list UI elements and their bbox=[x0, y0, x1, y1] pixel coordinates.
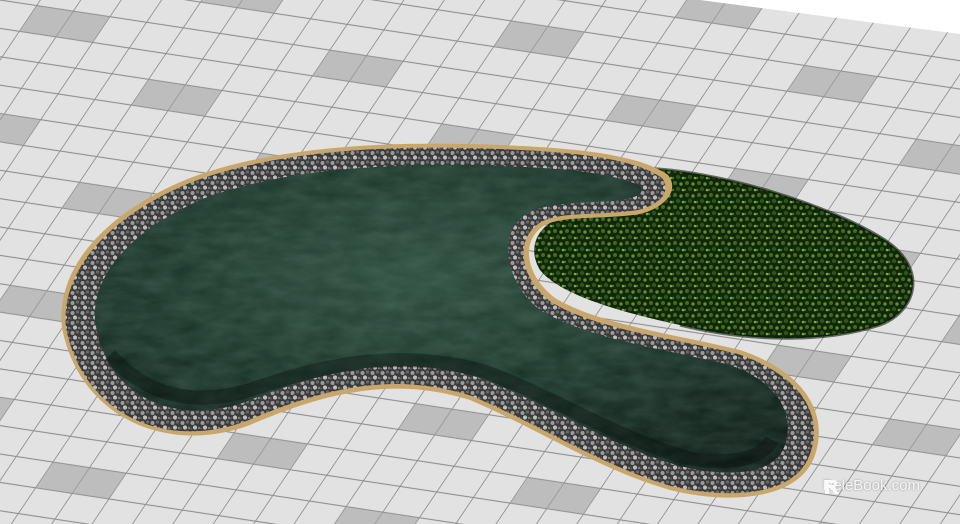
pond-render bbox=[0, 0, 960, 524]
relebook-logo-icon bbox=[825, 480, 840, 494]
render-scene: ReleBook.com bbox=[0, 0, 960, 524]
watermark-suffix: .com bbox=[887, 477, 920, 494]
watermark: ReleBook.com bbox=[822, 477, 920, 494]
